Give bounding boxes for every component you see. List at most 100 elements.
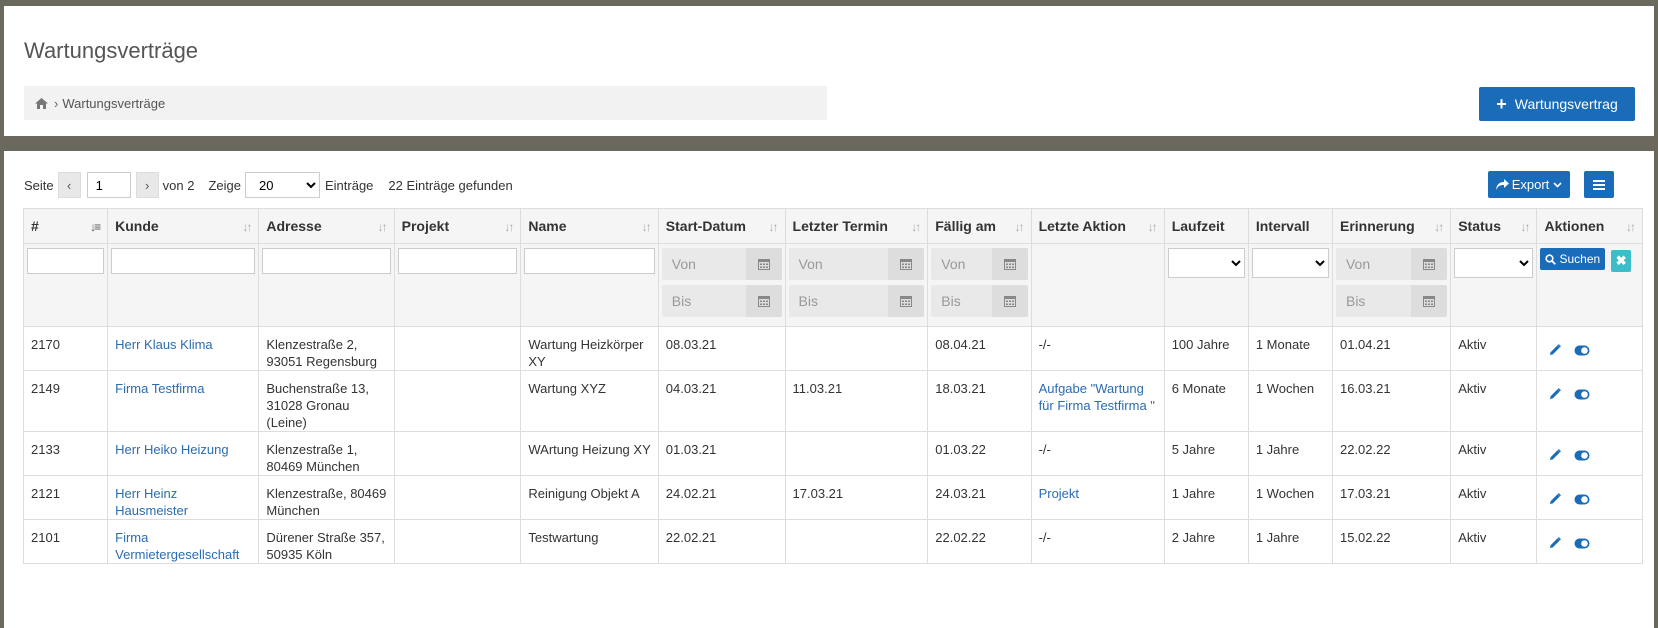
page-size-select[interactable]: 20	[244, 172, 320, 198]
aktion-link[interactable]: Aufgabe "Wartung für Firma Testfirma "	[1039, 381, 1155, 413]
sort-icon: ↓↑	[768, 220, 779, 234]
entries-label: Einträge	[324, 177, 374, 193]
col-header-faellig[interactable]: Fällig am ↓↑	[927, 208, 1032, 244]
header-panel: Wartungsverträge › Wartungsverträge + Wa…	[4, 6, 1654, 136]
calendar-icon[interactable]	[1411, 285, 1448, 317]
filter-name-input[interactable]	[524, 248, 655, 274]
cell-letzter-termin: 11.03.21	[784, 370, 929, 432]
col-header-id[interactable]: # ↓≡	[22, 208, 109, 244]
aktion-link[interactable]: Projekt	[1039, 486, 1079, 501]
aktion-text: -/-	[1038, 530, 1051, 545]
calendar-icon[interactable]	[888, 248, 925, 280]
calendar-icon[interactable]	[991, 248, 1028, 280]
filter-faellig-from[interactable]: Von	[931, 248, 1028, 280]
col-header-start[interactable]: Start-Datum ↓↑	[657, 208, 786, 244]
calendar-icon[interactable]	[745, 248, 782, 280]
sort-icon: ↓↑	[1014, 220, 1025, 234]
page-number-input[interactable]	[86, 172, 131, 198]
pencil-icon[interactable]	[1549, 493, 1562, 505]
cell-status: Aktiv	[1450, 519, 1538, 564]
share-icon	[1495, 179, 1509, 190]
cell-actions	[1536, 519, 1643, 564]
sort-icon: ↓↑	[641, 220, 652, 234]
col-header-name[interactable]: Name ↓↑	[520, 208, 659, 244]
cell-laufzeit: 6 Monate	[1163, 370, 1249, 432]
table-row: 2170 Herr Klaus Klima Klenzestraße 2, 93…	[22, 326, 1643, 371]
col-header-letzte-aktion[interactable]: Letzte Aktion ↓↑	[1030, 208, 1165, 244]
col-header-letzter-termin[interactable]: Letzter Termin ↓↑	[784, 208, 929, 244]
pencil-icon[interactable]	[1549, 344, 1562, 356]
col-header-projekt[interactable]: Projekt ↓↑	[393, 208, 522, 244]
cell-adresse: Dürener Straße 357, 50935 Köln	[258, 519, 395, 564]
filter-letzter-to[interactable]: Bis	[788, 285, 925, 317]
customer-link[interactable]: Herr Klaus Klima	[115, 337, 213, 352]
filter-status-select[interactable]	[1454, 248, 1534, 278]
filter-start-to[interactable]: Bis	[661, 285, 782, 317]
col-header-aktionen[interactable]: Aktionen ↓↑	[1536, 208, 1643, 244]
cell-name: Reinigung Objekt A	[520, 475, 659, 520]
aktion-text: -/-	[1038, 442, 1051, 457]
found-count: 22 Einträge gefunden	[388, 177, 513, 193]
customer-link[interactable]: Firma Testfirma	[115, 381, 204, 396]
clear-filter-button[interactable]: ✖	[1611, 249, 1632, 272]
prev-page-button[interactable]: ‹	[57, 172, 81, 198]
cell-status: Aktiv	[1450, 326, 1538, 371]
filter-laufzeit-select[interactable]	[1167, 248, 1245, 278]
filter-start-from[interactable]: Von	[661, 248, 782, 280]
cell-erinnerung: 17.03.21	[1331, 475, 1452, 520]
cell-erinnerung: 15.02.22	[1331, 519, 1452, 564]
filter-projekt-input[interactable]	[397, 248, 518, 274]
cell-letzte-aktion: Aufgabe "Wartung für Firma Testfirma "	[1030, 370, 1165, 432]
cell-faellig: 22.02.22	[927, 519, 1032, 564]
page-label: Seite	[24, 177, 54, 193]
cell-projekt	[393, 475, 522, 520]
cell-status: Aktiv	[1450, 370, 1538, 432]
add-contract-label: Wartungsvertrag	[1514, 96, 1618, 112]
table-row: 2101 Firma Vermietergesellschaft Dürener…	[22, 519, 1643, 564]
customer-link[interactable]: Herr Heiko Heizung	[115, 442, 228, 457]
filter-kunde-input[interactable]	[111, 248, 256, 274]
toggle-on-icon[interactable]	[1574, 450, 1590, 461]
sort-icon: ↓↑	[504, 220, 514, 234]
calendar-icon[interactable]	[991, 285, 1028, 317]
filter-id-input[interactable]	[27, 248, 105, 274]
toggle-on-icon[interactable]	[1574, 538, 1590, 549]
close-icon: ✖	[1615, 252, 1627, 268]
toggle-on-icon[interactable]	[1574, 494, 1590, 505]
col-header-adresse[interactable]: Adresse ↓↑	[258, 208, 395, 244]
col-header-kunde[interactable]: Kunde ↓↑	[107, 208, 260, 244]
cell-faellig: 08.04.21	[927, 326, 1032, 371]
pencil-icon[interactable]	[1549, 449, 1562, 461]
cell-id: 2101	[22, 519, 109, 564]
cell-status: Aktiv	[1450, 431, 1538, 476]
customer-link[interactable]: Herr Heinz Hausmeister	[115, 486, 188, 518]
filter-intervall-select[interactable]	[1251, 248, 1329, 278]
search-button[interactable]: Suchen	[1540, 248, 1606, 270]
search-label: Suchen	[1559, 252, 1601, 266]
col-header-erinnerung[interactable]: Erinnerung ↓↑	[1331, 208, 1452, 244]
add-contract-button[interactable]: + Wartungsvertrag	[1479, 87, 1635, 121]
toggle-on-icon[interactable]	[1574, 345, 1590, 356]
filter-faellig-to[interactable]: Bis	[931, 285, 1028, 317]
col-header-status[interactable]: Status ↓↑	[1450, 208, 1538, 244]
home-icon[interactable]	[35, 97, 48, 109]
customer-link[interactable]: Firma Vermietergesellschaft	[115, 530, 239, 562]
next-page-button[interactable]: ›	[135, 172, 159, 198]
pencil-icon[interactable]	[1549, 388, 1562, 400]
cell-projekt	[393, 370, 522, 432]
calendar-icon[interactable]	[1411, 248, 1448, 280]
column-menu-button[interactable]	[1584, 171, 1614, 198]
filter-aktion-empty	[1030, 243, 1165, 327]
pencil-icon[interactable]	[1549, 537, 1562, 549]
toggle-on-icon[interactable]	[1574, 389, 1590, 400]
filter-erinnerung-to[interactable]: Bis	[1335, 285, 1448, 317]
export-button[interactable]: Export	[1488, 171, 1570, 198]
cell-actions	[1536, 431, 1643, 476]
calendar-icon[interactable]	[745, 285, 782, 317]
filter-letzter-from[interactable]: Von	[788, 248, 925, 280]
calendar-icon[interactable]	[888, 285, 925, 317]
filter-adresse-input[interactable]	[262, 248, 391, 274]
cell-letzter-termin	[784, 431, 929, 476]
filter-erinnerung-from[interactable]: Von	[1335, 248, 1448, 280]
contracts-table: # ↓≡ Kunde ↓↑ Adresse ↓↑ Projekt ↓↑ Name ↓↑ S…	[22, 208, 1643, 564]
